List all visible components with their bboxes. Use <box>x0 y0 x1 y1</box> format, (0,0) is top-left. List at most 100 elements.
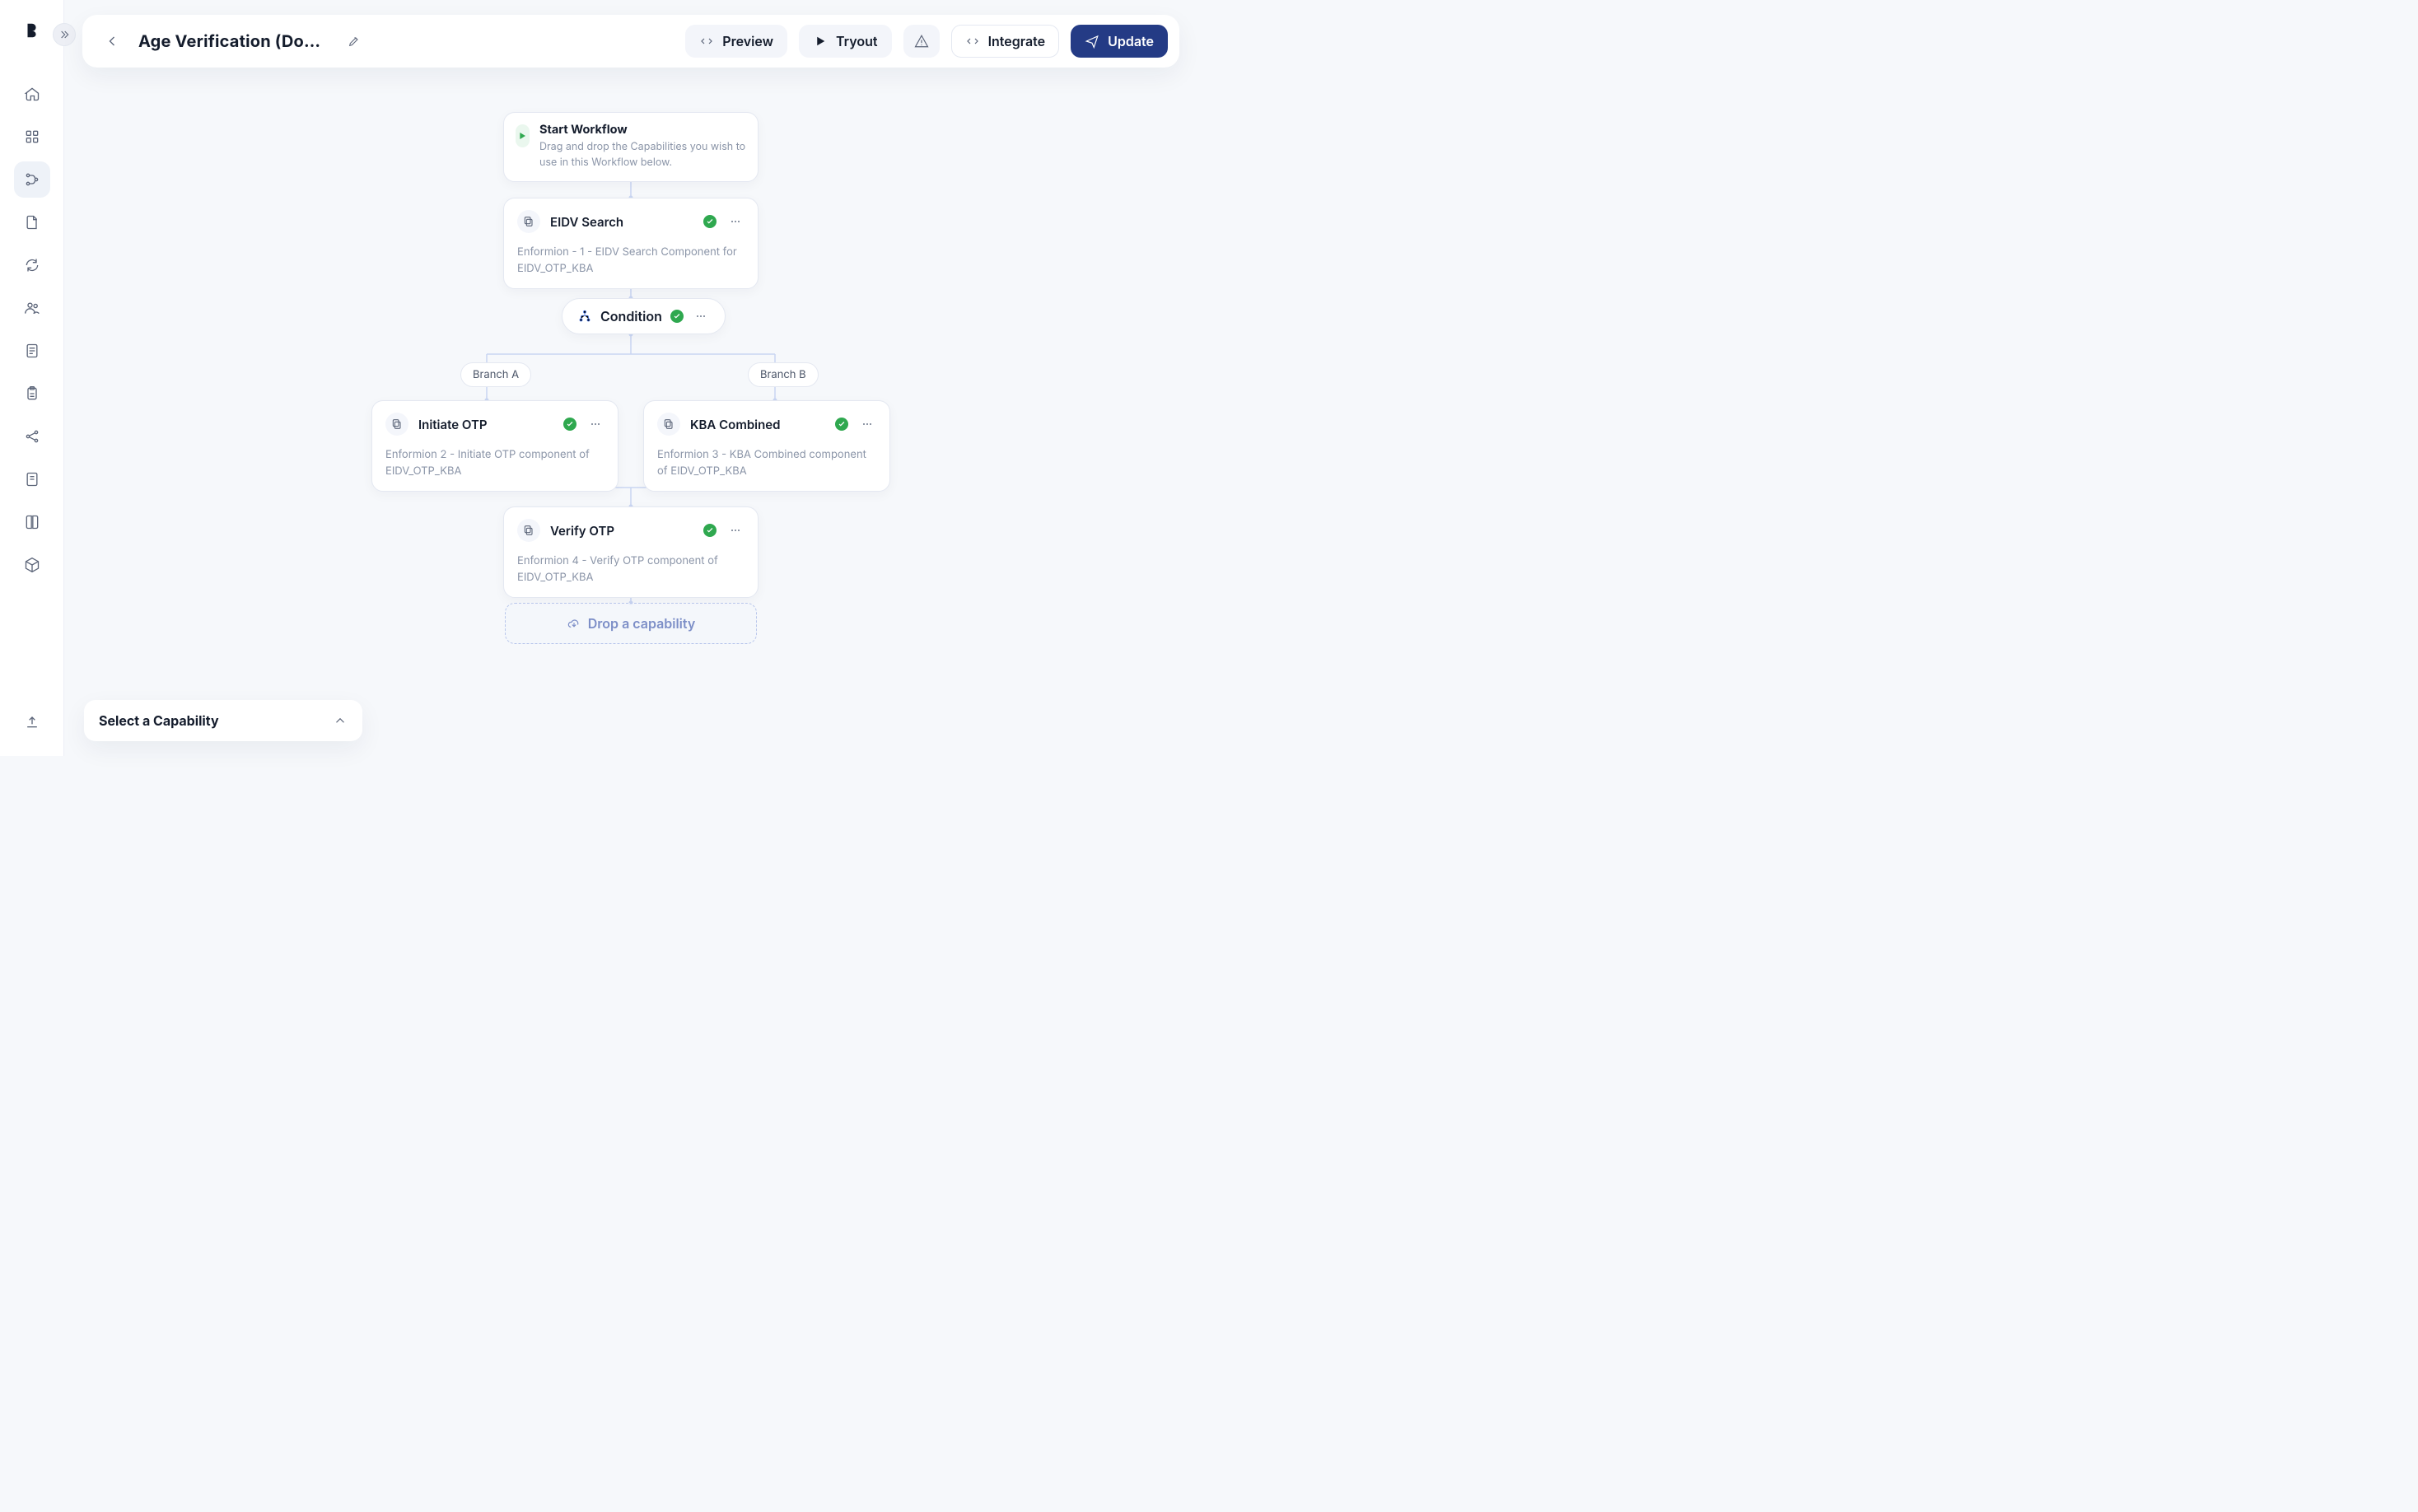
sidebar-collapse-toggle[interactable] <box>53 23 76 46</box>
branch-chip-a[interactable]: Branch A <box>460 362 531 387</box>
integrate-button[interactable]: Integrate <box>951 25 1060 58</box>
preview-button[interactable]: Preview <box>685 25 787 58</box>
edit-title-button[interactable] <box>343 30 366 53</box>
kba-subtitle: Enformion 3 - KBA Combined component of … <box>644 447 889 491</box>
start-desc: Drag and drop the Capabilities you wish … <box>539 140 746 171</box>
copy-icon <box>522 524 535 537</box>
code-icon <box>699 34 714 49</box>
nav-upload[interactable] <box>14 703 50 740</box>
verify-subtitle: Enformion 4 - Verify OTP component of EI… <box>504 553 758 597</box>
nav-docs[interactable] <box>14 204 50 240</box>
node-kba-combined[interactable]: KBA Combined Enformion 3 - KBA Combined … <box>643 400 890 492</box>
send-icon <box>1085 34 1099 49</box>
branch-a-label: Branch A <box>473 368 519 381</box>
node-menu[interactable] <box>726 212 745 231</box>
kba-title: KBA Combined <box>690 417 781 432</box>
node-initiate-otp[interactable]: Initiate OTP Enformion 2 - Initiate OTP … <box>371 400 619 492</box>
initiate-subtitle: Enformion 2 - Initiate OTP component of … <box>372 447 618 491</box>
node-menu[interactable] <box>726 521 745 539</box>
dots-icon <box>694 310 707 323</box>
tree-icon <box>577 309 592 324</box>
start-title: Start Workflow <box>539 123 746 137</box>
node-verify-otp[interactable]: Verify OTP Enformion 4 - Verify OTP comp… <box>503 506 759 598</box>
page-header: Age Verification (Docu… Preview Tryout I… <box>82 15 1179 68</box>
branch-chip-b[interactable]: Branch B <box>748 362 819 387</box>
file-icon <box>24 214 40 231</box>
nav-connections[interactable] <box>14 418 50 455</box>
branch-icon <box>24 171 40 188</box>
select-capability-panel[interactable]: Select a Capability <box>84 700 362 741</box>
status-ok <box>835 418 848 431</box>
capability-badge <box>517 210 540 233</box>
warning-icon <box>914 34 929 49</box>
capability-badge <box>657 413 680 436</box>
cloud-download-icon <box>567 616 581 631</box>
sidebar-nav-bottom <box>14 703 50 740</box>
copy-icon <box>662 418 675 431</box>
node-menu[interactable] <box>858 415 876 433</box>
cube-icon <box>24 557 40 573</box>
play-icon <box>516 129 529 142</box>
grid-icon <box>24 128 40 145</box>
node-condition[interactable]: Condition <box>562 298 726 334</box>
workflow-canvas[interactable]: Start Workflow Drag and drop the Capabil… <box>82 92 1179 736</box>
nav-workflows[interactable] <box>14 161 50 198</box>
node-start[interactable]: Start Workflow Drag and drop the Capabil… <box>503 112 759 182</box>
tryout-label: Tryout <box>836 33 878 49</box>
pencil-icon <box>348 35 361 48</box>
sidebar <box>0 0 64 756</box>
dots-icon <box>589 418 602 431</box>
copy-icon <box>390 418 404 431</box>
select-capability-label: Select a Capability <box>99 712 219 729</box>
status-ok <box>670 310 684 323</box>
status-ok <box>563 418 576 431</box>
play-badge <box>516 124 530 147</box>
capability-badge <box>385 413 408 436</box>
nav-clipboard[interactable] <box>14 376 50 412</box>
home-icon <box>24 86 40 102</box>
chevron-up-icon <box>333 713 348 728</box>
capability-badge <box>517 519 540 542</box>
nav-report[interactable] <box>14 333 50 369</box>
back-button[interactable] <box>97 26 127 56</box>
chevrons-right-icon <box>58 28 71 41</box>
drop-zone[interactable]: Drop a capability <box>505 603 757 644</box>
nav-packages[interactable] <box>14 547 50 583</box>
nav-people[interactable] <box>14 290 50 326</box>
dots-icon <box>861 418 874 431</box>
book-icon <box>24 514 40 530</box>
nav-pages[interactable] <box>14 461 50 497</box>
branch-b-label: Branch B <box>760 368 806 381</box>
code-icon <box>965 34 980 49</box>
node-menu[interactable] <box>586 415 604 433</box>
page-title: Age Verification (Docu… <box>138 31 328 51</box>
verify-title: Verify OTP <box>550 523 614 539</box>
nav-library[interactable] <box>14 504 50 540</box>
nav-apps[interactable] <box>14 119 50 155</box>
workflow-connectors <box>252 112 499 236</box>
integrate-label: Integrate <box>988 33 1046 49</box>
status-ok <box>703 524 717 537</box>
preview-label: Preview <box>722 33 773 49</box>
node-eidv-search[interactable]: EIDV Search Enformion - 1 - EIDV Search … <box>503 198 759 289</box>
update-button[interactable]: Update <box>1071 25 1168 58</box>
warnings-button[interactable] <box>903 25 940 58</box>
initiate-title: Initiate OTP <box>418 417 488 432</box>
nav-sync[interactable] <box>14 247 50 283</box>
dots-icon <box>729 215 742 228</box>
status-ok <box>703 215 717 228</box>
share-icon <box>24 428 40 445</box>
drop-label: Drop a capability <box>588 615 695 632</box>
refresh-icon <box>24 257 40 273</box>
clipboard-icon <box>24 385 40 402</box>
tryout-button[interactable]: Tryout <box>799 25 892 58</box>
chevron-left-icon <box>104 33 120 49</box>
eidv-subtitle: Enformion - 1 - EIDV Search Component fo… <box>504 245 758 288</box>
upload-icon <box>24 713 40 730</box>
nav-home[interactable] <box>14 76 50 112</box>
doc-icon <box>24 343 40 359</box>
node-menu[interactable] <box>692 307 710 325</box>
brand-logo <box>20 18 44 43</box>
update-label: Update <box>1108 33 1154 49</box>
page-icon <box>24 471 40 488</box>
